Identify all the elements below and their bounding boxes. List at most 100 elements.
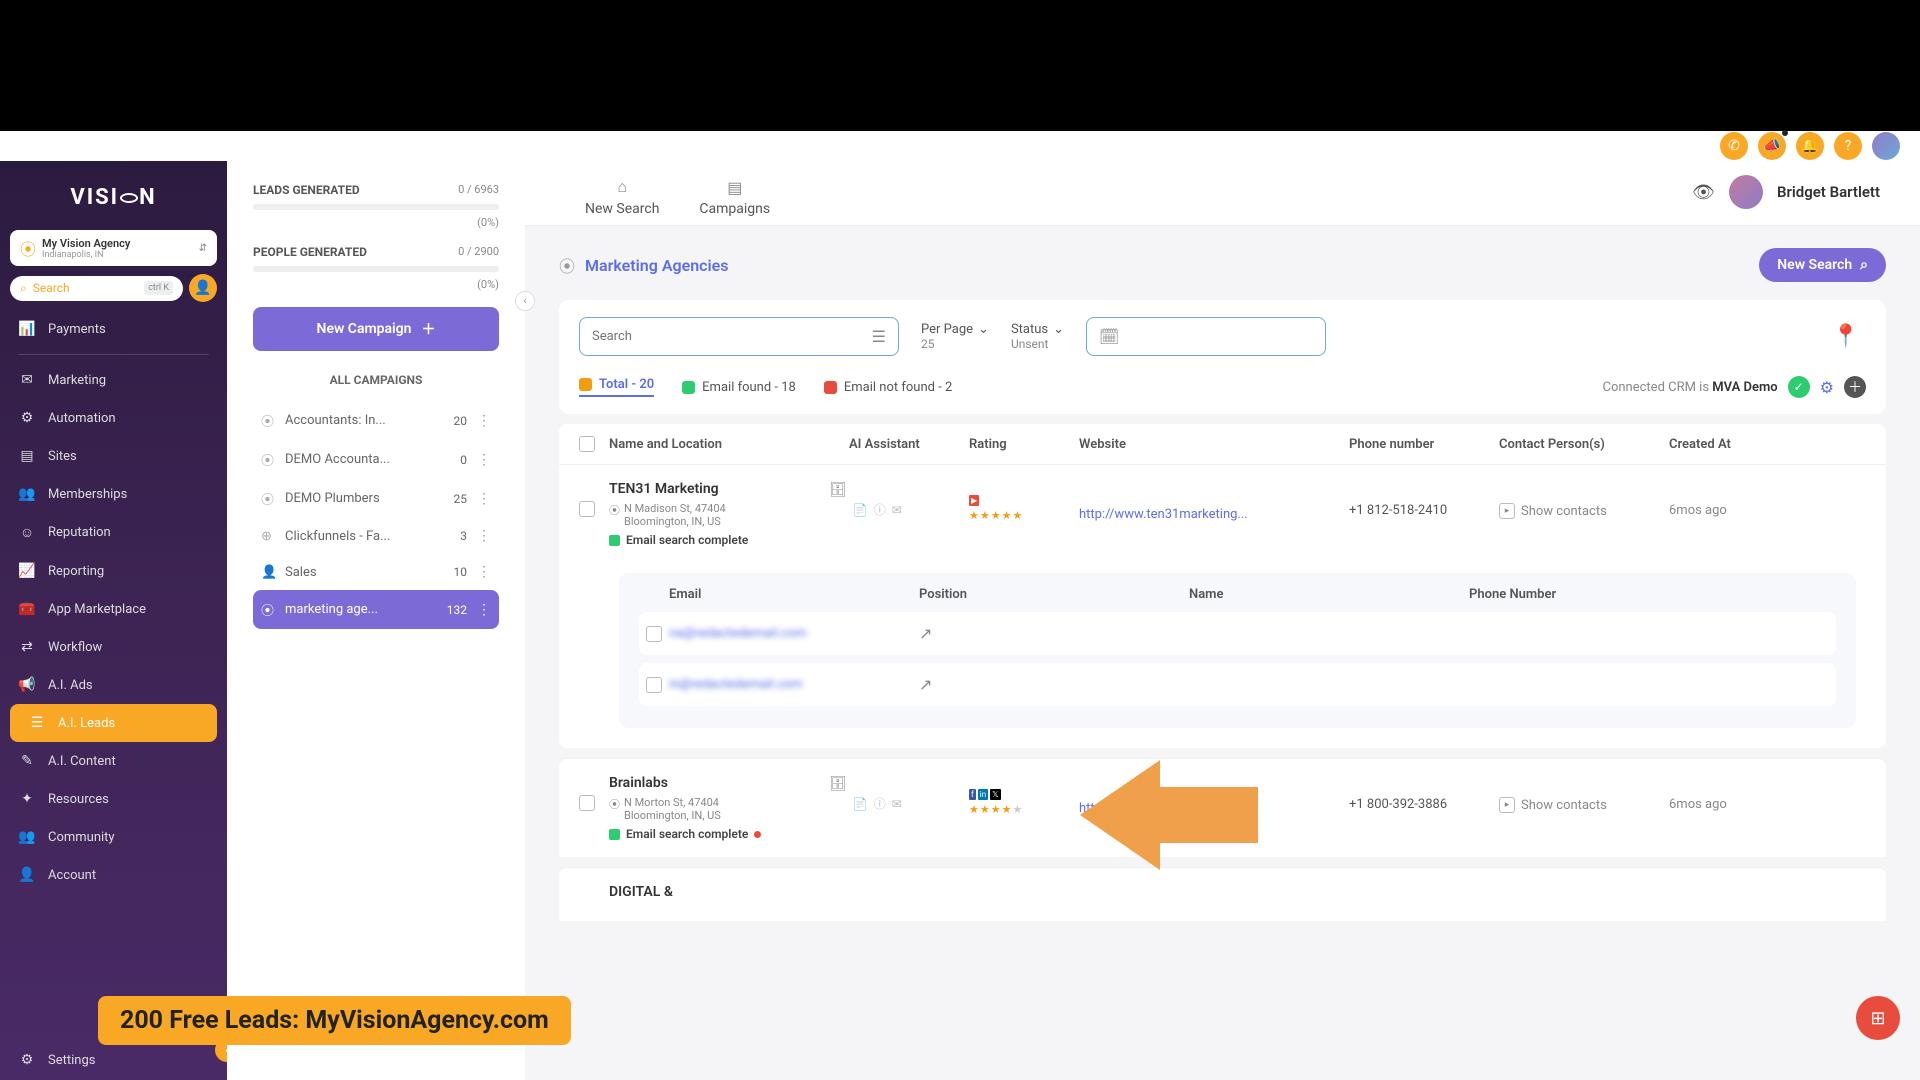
doc-icon[interactable]: 📄 [853, 797, 868, 811]
date-filter[interactable]: 🗓 [1086, 317, 1326, 356]
row-checkbox[interactable] [579, 501, 595, 517]
nav-reputation[interactable]: ☺Reputation [0, 513, 227, 552]
help-icon[interactable]: ? [1834, 132, 1862, 160]
contact-row: in@redactedemail.com ↗ [639, 663, 1836, 706]
kebab-icon[interactable]: ⋮ [477, 564, 491, 580]
pin-icon: ⦿ [261, 600, 275, 619]
external-link-icon[interactable]: ↗ [919, 675, 932, 694]
map-pin-button[interactable]: 📍 [1826, 316, 1866, 356]
external-link-icon[interactable]: ↗ [919, 624, 932, 643]
new-campaign-button[interactable]: New Campaign＋ [253, 307, 499, 351]
nav-memberships[interactable]: 👥Memberships [0, 475, 227, 513]
people-generated-label: PEOPLE GENERATED [253, 245, 367, 259]
facebook-icon[interactable]: f [969, 789, 976, 800]
content-icon: ✎ [18, 753, 36, 769]
doc-icon[interactable]: 📄 [853, 503, 868, 517]
filter-total[interactable]: Total - 20 [579, 377, 654, 397]
user-icon[interactable]: 👤 [189, 274, 217, 302]
nav-aiads[interactable]: 📢A.I. Ads [0, 666, 227, 704]
kebab-icon[interactable]: ⋮ [477, 528, 491, 544]
agency-selector[interactable]: ⦿ My Vision Agency Indianapolis, IN ⇵ [10, 230, 217, 266]
linkedin-icon[interactable]: in [978, 789, 988, 800]
created-at: 6mos ago [1669, 481, 1866, 518]
website-link[interactable]: http://www.ten31marketing... [1079, 507, 1248, 522]
pin-icon: ⦿ [261, 450, 275, 469]
created-at: 6mos ago [1669, 775, 1866, 812]
show-contacts-button[interactable]: ▸Show contacts [1499, 775, 1669, 813]
campaign-item[interactable]: ⊕Clickfunnels - Fa...3⋮ [253, 518, 499, 554]
nav-automation[interactable]: ⚙Automation [0, 399, 227, 437]
contact-email[interactable]: na@redactedemail.com [669, 626, 919, 641]
nav-resources[interactable]: ✦Resources [0, 780, 227, 818]
filter-email-found[interactable]: Email found - 18 [682, 380, 796, 395]
gear-icon[interactable]: ⚙ [1820, 378, 1834, 397]
nav-marketing[interactable]: ✉Marketing [0, 361, 227, 399]
kebab-icon[interactable]: ⋮ [477, 452, 491, 468]
red-chip-icon [824, 381, 837, 394]
status-filter[interactable]: Status⌄ Unsent [1011, 322, 1064, 351]
play-icon: ▸ [1499, 797, 1515, 813]
tab-new-search[interactable]: ⌂New Search [565, 169, 679, 225]
megaphone-icon[interactable]: 📣 [1758, 132, 1786, 160]
filter-icon[interactable]: ☰ [872, 327, 886, 346]
eye-icon[interactable]: 👁 [1692, 182, 1715, 203]
row-checkbox[interactable] [579, 795, 595, 811]
mail-icon[interactable]: ✉ [892, 503, 902, 517]
nav-sites[interactable]: ▤Sites [0, 437, 227, 475]
youtube-icon[interactable]: ▶ [969, 495, 979, 506]
campaigns-icon: ▤ [727, 178, 742, 197]
database-icon[interactable]: 🗄 [829, 776, 847, 792]
campaign-item[interactable]: ⦿DEMO Accounta...0⋮ [253, 440, 499, 479]
mail-icon: ✉ [18, 372, 36, 388]
nav-community[interactable]: 👥Community [0, 818, 227, 856]
campaign-item-active[interactable]: ⦿marketing age...132⋮ [253, 590, 499, 629]
x-icon[interactable]: 𝕏 [990, 789, 1000, 800]
user-avatar[interactable] [1729, 175, 1763, 209]
filter-card: ☰ Per Page⌄ 25 Status⌄ Unsent 🗓 📍 Total … [559, 300, 1886, 414]
nav-aileads[interactable]: ☰A.I. Leads [10, 704, 217, 742]
search-field[interactable] [592, 329, 864, 344]
kebab-icon[interactable]: ⋮ [477, 491, 491, 507]
table-search-input[interactable]: ☰ [579, 317, 899, 356]
phone-icon[interactable]: ✆ [1720, 132, 1748, 160]
contact-checkbox[interactable] [646, 677, 662, 693]
header-avatar[interactable] [1872, 132, 1900, 160]
select-all-checkbox[interactable] [579, 436, 595, 452]
per-page-filter[interactable]: Per Page⌄ 25 [921, 322, 989, 351]
nav-reporting[interactable]: 📈Reporting [0, 552, 227, 590]
kebab-icon[interactable]: ⋮ [477, 413, 491, 429]
campaign-item[interactable]: ⦿Accountants: In...20⋮ [253, 401, 499, 440]
agency-location: Indianapolis, IN [42, 250, 193, 260]
nav-aicontent[interactable]: ✎A.I. Content [0, 742, 227, 780]
show-contacts-button[interactable]: ▸Show contacts [1499, 481, 1669, 519]
database-icon[interactable]: 🗄 [829, 482, 847, 498]
campaign-item[interactable]: ⦿DEMO Plumbers25⋮ [253, 479, 499, 518]
location-pin-icon: ⦿ [20, 236, 36, 260]
bell-icon[interactable]: 🔔 [1796, 132, 1824, 160]
main-tabs: ⌂New Search ▤Campaigns 👁 Bridget Bartlet… [525, 161, 1920, 226]
filter-email-notfound[interactable]: Email not found - 2 [824, 380, 952, 395]
contact-email[interactable]: in@redactedemail.com [669, 677, 919, 692]
nav-marketplace[interactable]: 🧰App Marketplace [0, 590, 227, 628]
kebab-icon[interactable]: ⋮ [477, 602, 491, 618]
sidebar-search[interactable]: ⌕ Search ctrl K [10, 276, 183, 301]
play-icon: ▸ [1499, 503, 1515, 519]
nav-payments[interactable]: 📊Payments [0, 310, 227, 348]
new-search-button[interactable]: New Search⌕ [1759, 248, 1886, 282]
agency-name: My Vision Agency [42, 237, 193, 250]
memberships-icon: 👥 [18, 486, 36, 502]
leads-progress-bar [253, 204, 499, 210]
nav-account[interactable]: 👤Account [0, 856, 227, 894]
nav-workflow[interactable]: ⇄Workflow [0, 628, 227, 666]
info-icon[interactable]: ⓘ [874, 795, 886, 812]
panel-toggle-button[interactable]: ‹ [515, 291, 535, 311]
campaign-item[interactable]: 👤Sales10⋮ [253, 554, 499, 590]
nav-settings[interactable]: ⚙Settings [0, 1052, 227, 1068]
tab-campaigns[interactable]: ▤Campaigns [679, 170, 790, 225]
chevron-down-icon: ⌄ [1053, 322, 1064, 337]
contact-checkbox[interactable] [646, 626, 662, 642]
mail-icon[interactable]: ✉ [892, 797, 902, 811]
plus-icon[interactable]: ＋ [1844, 376, 1866, 398]
info-icon[interactable]: ⓘ [874, 501, 886, 518]
chat-fab[interactable]: ⊞ [1856, 996, 1900, 1040]
